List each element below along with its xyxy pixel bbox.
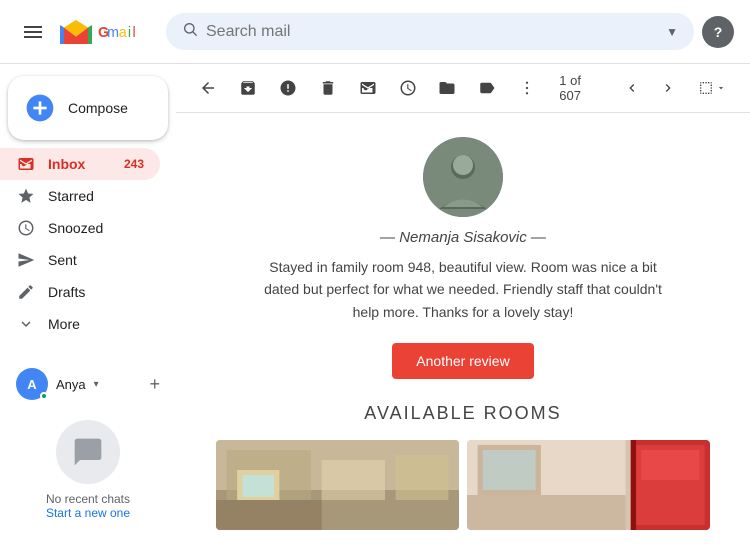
- svg-text:i: i: [128, 25, 131, 41]
- sidebar-item-snoozed[interactable]: Snoozed: [0, 212, 160, 244]
- label-button[interactable]: [471, 72, 503, 104]
- start-new-chat-link[interactable]: Start a new one: [46, 506, 130, 520]
- sent-icon: [16, 250, 36, 270]
- search-bar[interactable]: ▼: [166, 13, 694, 50]
- online-indicator: [40, 392, 48, 400]
- delete-button[interactable]: [312, 72, 344, 104]
- move-to-button[interactable]: [432, 72, 464, 104]
- sidebar-item-inbox[interactable]: Inbox 243: [0, 148, 160, 180]
- more-actions-button[interactable]: [511, 72, 543, 104]
- reviewer-name: — Nemanja Sisakovic —: [380, 229, 546, 246]
- spam-button[interactable]: [272, 72, 304, 104]
- room-image-2: [467, 440, 710, 530]
- grid-view-button[interactable]: [690, 76, 734, 100]
- email-body: — Nemanja Sisakovic — Stayed in family r…: [176, 113, 750, 555]
- available-rooms-title: AVAILABLE ROOMS: [216, 403, 710, 424]
- star-icon: [16, 186, 36, 206]
- another-review-button[interactable]: Another review: [392, 343, 533, 379]
- hamburger-menu[interactable]: [16, 15, 50, 49]
- email-content-area: 1 of 607: [176, 64, 750, 555]
- search-input[interactable]: [206, 23, 658, 41]
- drafts-icon: [16, 282, 36, 302]
- snooze-button[interactable]: [392, 72, 424, 104]
- no-chats-text: No recent chats: [46, 492, 130, 506]
- mark-unread-button[interactable]: [352, 72, 384, 104]
- inbox-icon: [16, 154, 36, 174]
- chat-add-button[interactable]: +: [149, 374, 160, 395]
- snooze-icon: [16, 218, 36, 238]
- chat-section: A Anya ▾ + No recent chats Start a new o…: [0, 356, 176, 536]
- no-recent-chats-section: No recent chats Start a new one: [16, 404, 160, 528]
- svg-text:m: m: [107, 25, 119, 41]
- prev-email-button[interactable]: [618, 74, 646, 102]
- inbox-label: Inbox: [48, 156, 85, 172]
- top-bar: G m a i l ▼ ?: [0, 0, 750, 64]
- next-email-button[interactable]: [654, 74, 682, 102]
- compose-plus-icon: [24, 92, 56, 124]
- back-button[interactable]: [192, 72, 224, 104]
- sidebar-item-more[interactable]: More: [0, 308, 160, 340]
- review-section: — Nemanja Sisakovic — Stayed in family r…: [216, 137, 710, 379]
- chat-user-name: Anya: [56, 377, 86, 392]
- compose-button[interactable]: Compose: [8, 76, 168, 140]
- reviewer-avatar: [423, 137, 503, 217]
- search-dropdown-arrow[interactable]: ▼: [666, 25, 678, 39]
- sidebar-item-sent[interactable]: Sent: [0, 244, 160, 276]
- room-image-1: [216, 440, 459, 530]
- sidebar-item-starred[interactable]: Starred: [0, 180, 160, 212]
- svg-text:l: l: [132, 25, 135, 41]
- more-chevron-icon: [16, 314, 36, 334]
- email-toolbar: 1 of 607: [176, 64, 750, 113]
- help-button[interactable]: ?: [702, 16, 734, 48]
- more-label: More: [48, 316, 80, 332]
- page-info: 1 of 607: [559, 73, 606, 103]
- compose-label: Compose: [68, 100, 128, 116]
- chat-caret-icon: ▾: [94, 379, 99, 390]
- inbox-badge: 243: [124, 157, 144, 171]
- svg-text:a: a: [119, 25, 127, 41]
- sidebar: Compose Inbox 243 Starred Snoozed: [0, 64, 176, 555]
- snoozed-label: Snoozed: [48, 220, 103, 236]
- review-text: Stayed in family room 948, beautiful vie…: [253, 256, 673, 323]
- main-layout: Compose Inbox 243 Starred Snoozed: [0, 64, 750, 555]
- chat-avatar: A: [16, 368, 48, 400]
- chat-bubble-icon: [56, 420, 120, 484]
- chat-user-row[interactable]: A Anya ▾ +: [16, 364, 160, 404]
- gmail-logo: G m a i l: [58, 14, 150, 50]
- available-rooms-section: AVAILABLE ROOMS: [216, 403, 710, 530]
- search-icon: [182, 21, 198, 42]
- starred-label: Starred: [48, 188, 94, 204]
- room-images: [216, 440, 710, 530]
- archive-button[interactable]: [232, 72, 264, 104]
- drafts-label: Drafts: [48, 284, 85, 300]
- sidebar-item-drafts[interactable]: Drafts: [0, 276, 160, 308]
- sent-label: Sent: [48, 252, 77, 268]
